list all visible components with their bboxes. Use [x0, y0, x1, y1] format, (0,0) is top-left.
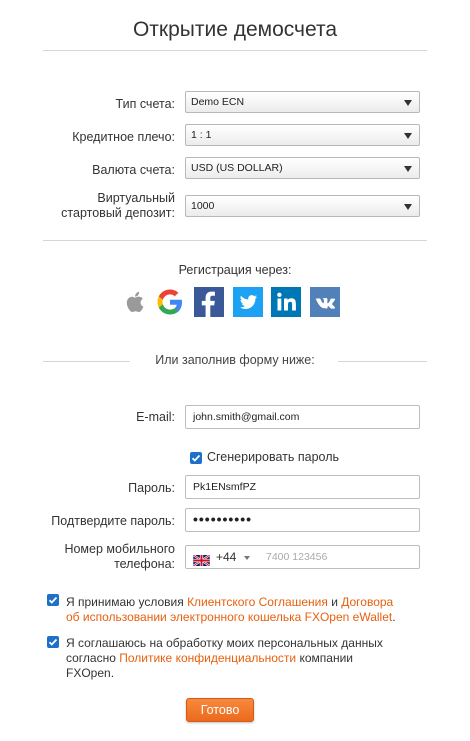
leverage-select[interactable]: 1 : 1: [185, 124, 420, 146]
linkedin-icon[interactable]: [271, 287, 301, 317]
generate-password-checkbox[interactable]: [190, 452, 202, 464]
or-divider-right: [338, 361, 427, 362]
checkmark-icon: [48, 596, 58, 604]
password-label: Пароль:: [128, 481, 175, 495]
registration-label: Регистрация через:: [178, 263, 292, 277]
chevron-down-icon: [404, 204, 412, 210]
checkmark-icon: [48, 638, 58, 646]
caret-down-icon[interactable]: [244, 556, 250, 560]
page-title: Открытие демосчета: [132, 18, 338, 41]
google-icon[interactable]: [155, 287, 185, 317]
facebook-icon[interactable]: [194, 287, 224, 317]
chevron-down-icon: [404, 100, 412, 106]
phone-country-code[interactable]: +44: [216, 546, 236, 568]
uk-flag-icon[interactable]: [192, 552, 211, 567]
deposit-label: Виртуальный стартовый депозит:: [61, 191, 175, 221]
leverage-label: Кредитное плечо:: [72, 130, 175, 144]
currency-label: Валюта счета:: [92, 163, 175, 177]
title-divider: [43, 50, 427, 51]
checkmark-icon: [191, 454, 201, 462]
deposit-value: 1000: [191, 200, 215, 212]
confirm-password-label: Подтвердите пароль:: [51, 514, 175, 528]
chevron-down-icon: [404, 133, 412, 139]
terms-and: и: [327, 595, 342, 609]
privacy-suffix: компании: [296, 651, 353, 665]
account-type-value: Demo ECN: [191, 96, 245, 108]
deposit-select[interactable]: 1000: [185, 195, 420, 217]
account-type-select[interactable]: Demo ECN: [185, 91, 420, 113]
privacy-checkbox[interactable]: [47, 636, 59, 648]
terms-suffix: .: [392, 610, 396, 624]
phone-placeholder: 7400 123456: [266, 551, 328, 563]
phone-label: Номер мобильного телефона:: [64, 542, 175, 572]
privacy-policy-link[interactable]: Политике конфиденциальности: [119, 651, 296, 665]
leverage-value: 1 : 1: [191, 129, 212, 141]
account-type-label: Тип счета:: [115, 97, 175, 111]
phone-label-line1: Номер мобильного: [64, 542, 175, 556]
currency-value: USD (US DOLLAR): [191, 162, 283, 174]
privacy-prefix: согласно: [66, 651, 120, 665]
privacy-text: Я соглашаюсь на обработку моих персональ…: [66, 636, 426, 681]
password-field[interactable]: Pk1ENsmfPZ: [185, 475, 420, 499]
submit-button[interactable]: Готово: [186, 698, 254, 722]
privacy-line3: FXOpen.: [66, 666, 115, 680]
phone-label-line2: телефона:: [114, 557, 175, 571]
terms-text: Я принимаю условия Клиентского Соглашени…: [66, 595, 426, 625]
confirm-password-field[interactable]: ••••••••••: [185, 508, 420, 532]
section-divider: [43, 240, 427, 241]
twitter-icon[interactable]: [233, 287, 263, 317]
ewallet-agreement-link-part2[interactable]: об использовании электронного кошелька F…: [66, 610, 392, 624]
email-field[interactable]: john.smith@gmail.com: [185, 405, 420, 429]
privacy-line1: Я соглашаюсь на обработку моих персональ…: [66, 636, 383, 650]
chevron-down-icon: [404, 166, 412, 172]
currency-select[interactable]: USD (US DOLLAR): [185, 157, 420, 179]
terms-prefix: Я принимаю условия: [66, 595, 188, 609]
apple-icon[interactable]: [121, 287, 151, 317]
ewallet-agreement-link-part1[interactable]: Договора: [341, 595, 393, 609]
email-label: E-mail:: [136, 410, 175, 424]
deposit-label-line2: стартовый депозит:: [61, 206, 175, 220]
client-agreement-link[interactable]: Клиентского Соглашения: [187, 595, 328, 609]
generate-password-label: Сгенерировать пароль: [207, 450, 340, 464]
deposit-label-line1: Виртуальный: [97, 191, 175, 205]
vk-icon[interactable]: [310, 287, 340, 317]
phone-field[interactable]: +44 7400 123456: [185, 545, 420, 569]
terms-checkbox[interactable]: [47, 594, 59, 606]
or-fill-form-text: Или заполнив форму ниже:: [155, 353, 315, 367]
